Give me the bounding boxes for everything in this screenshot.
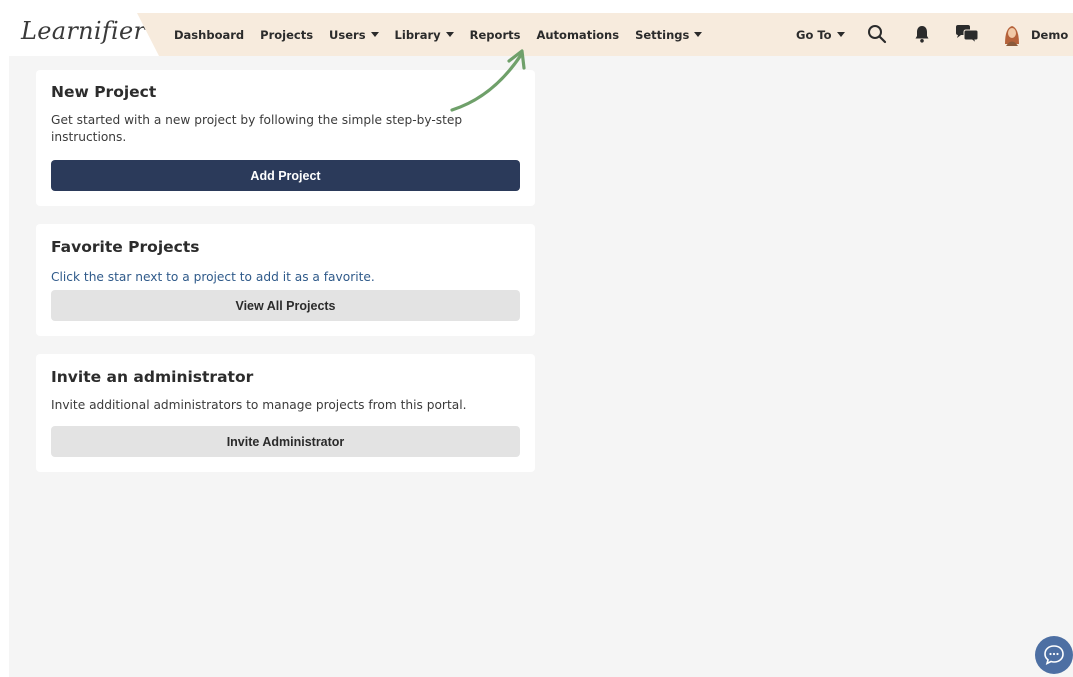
messages-button[interactable]: [954, 23, 980, 45]
bell-icon: [915, 26, 929, 43]
chat-widget-icon: [1044, 645, 1064, 666]
invite-admin-title: Invite an administrator: [51, 368, 254, 386]
user-menu[interactable]: Demo: [1031, 13, 1073, 56]
invite-admin-description: Invite additional administrators to mana…: [51, 398, 467, 412]
new-project-title: New Project: [51, 83, 157, 101]
new-project-description: Get started with a new project by follow…: [51, 113, 463, 144]
goto-menu[interactable]: Go To: [796, 13, 845, 56]
favorite-projects-card: Favorite Projects Click the star next to…: [36, 224, 535, 336]
nav-reports[interactable]: Reports: [470, 28, 521, 42]
caret-down-icon: [445, 32, 454, 37]
app-window: Learnifier Dashboard Projects Users Libr…: [9, 13, 1073, 677]
search-icon: [868, 25, 887, 44]
nav-dashboard-label: Dashboard: [174, 27, 245, 42]
logo-text: Learnifier: [21, 17, 146, 45]
nav-reports-label: Reports: [469, 27, 521, 42]
avatar-icon: [1005, 26, 1019, 46]
nav-dashboard[interactable]: Dashboard: [174, 28, 244, 42]
new-project-card: New Project Get started with a new proje…: [36, 70, 535, 206]
caret-down-icon: [370, 32, 379, 37]
chat-bubbles-icon: [956, 25, 979, 45]
nav-library-label: Library: [394, 27, 441, 42]
user-name: Demo: [1031, 27, 1069, 42]
caret-down-icon: [836, 32, 845, 37]
invite-administrator-button[interactable]: Invite Administrator: [51, 426, 520, 457]
favorite-projects-hint: Click the star next to a project to add …: [51, 270, 375, 284]
nav-settings-label: Settings: [635, 27, 690, 42]
invite-admin-card: Invite an administrator Invite additiona…: [36, 354, 535, 472]
nav-automations-label: Automations: [536, 27, 620, 42]
caret-down-icon: [694, 32, 703, 37]
nav-users[interactable]: Users: [329, 28, 379, 42]
goto-label: Go To: [796, 27, 832, 42]
nav-library[interactable]: Library: [395, 28, 454, 42]
nav-projects-label: Projects: [260, 27, 314, 42]
chat-widget-button[interactable]: [1035, 636, 1073, 674]
main-nav: Dashboard Projects Users Library Reports…: [174, 13, 703, 56]
view-all-projects-button[interactable]: View All Projects: [51, 290, 520, 321]
nav-settings[interactable]: Settings: [635, 27, 703, 42]
favorite-projects-title: Favorite Projects: [51, 238, 200, 256]
search-button[interactable]: [866, 23, 888, 45]
logo[interactable]: Learnifier: [9, 13, 159, 56]
top-navigation-bar: Learnifier Dashboard Projects Users Libr…: [9, 13, 1073, 56]
nav-automations[interactable]: Automations: [536, 28, 619, 42]
nav-users-label: Users: [329, 27, 366, 42]
add-project-button[interactable]: Add Project: [51, 160, 520, 191]
user-avatar[interactable]: [1002, 22, 1022, 46]
notifications-button[interactable]: [911, 23, 933, 45]
nav-projects[interactable]: Projects: [260, 28, 313, 42]
